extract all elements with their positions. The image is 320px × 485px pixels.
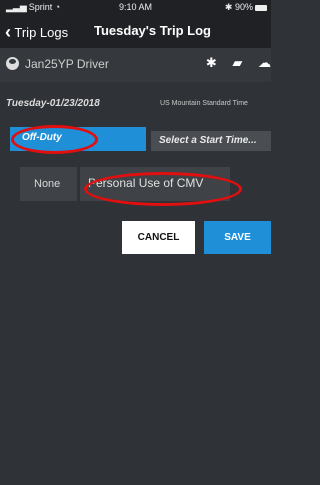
battery-icon <box>255 4 267 11</box>
red-annotation-circle <box>84 172 242 206</box>
bluetooth-icon: ✱ <box>205 55 217 70</box>
chevron-left-icon: ‹ <box>5 22 11 42</box>
device-status-icons: ✱ ▰ ☁ <box>194 55 271 71</box>
driver-row: Jan25YP Driver ✱ ▰ ☁ <box>0 48 271 82</box>
save-label: SAVE <box>224 232 251 243</box>
status-bar: ▂▃▅ Sprint ◔ 9:10 AM ✱ 90% <box>0 0 271 14</box>
cloud-icon: ☁ <box>258 55 271 70</box>
back-label: Trip Logs <box>14 25 69 40</box>
page-title: Tuesday's Trip Log <box>94 23 211 38</box>
cancel-button[interactable]: CANCEL <box>122 221 195 254</box>
truck-engine-icon: ▰ <box>232 55 243 70</box>
bluetooth-small-icon: ✱ <box>224 2 233 12</box>
red-annotation-circle <box>11 125 98 154</box>
timezone-label: US Mountain Standard Time <box>160 100 248 107</box>
option-none[interactable]: None <box>20 167 77 201</box>
save-button[interactable]: SAVE <box>204 221 271 254</box>
status-right: ✱ 90% <box>225 2 267 13</box>
start-time-selector[interactable]: Select a Start Time... <box>151 131 271 151</box>
option-none-label: None <box>34 178 61 190</box>
log-date-row: Tuesday-01/23/2018 US Mountain Standard … <box>0 92 271 120</box>
cancel-label: CANCEL <box>137 232 180 243</box>
user-icon <box>6 57 19 70</box>
back-button[interactable]: ‹ Trip Logs <box>5 21 68 42</box>
nav-bar: ‹ Trip Logs Tuesday's Trip Log <box>0 14 271 48</box>
start-time-placeholder: Select a Start Time... <box>159 135 257 146</box>
driver-name: Jan25YP Driver <box>25 57 109 71</box>
log-date: Tuesday-01/23/2018 <box>6 98 100 109</box>
battery-percent: 90% <box>234 2 253 12</box>
